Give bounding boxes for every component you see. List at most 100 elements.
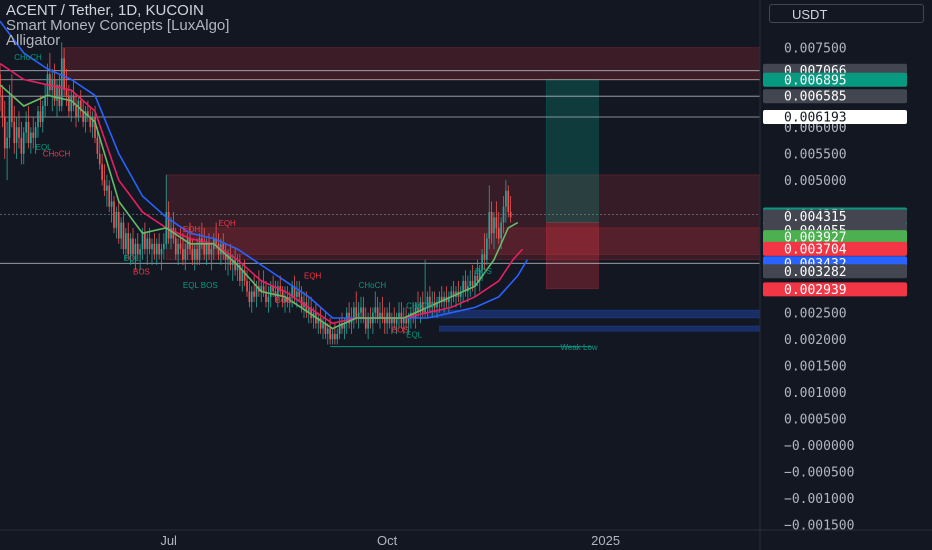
candle-body [18, 127, 20, 138]
candle-body [210, 249, 213, 255]
candle-body [500, 222, 502, 239]
smc-label: BOS [475, 267, 492, 276]
candle-body [132, 238, 134, 255]
smc-label: EQL [124, 254, 141, 263]
candle-body [193, 249, 196, 260]
candle-body [22, 132, 25, 154]
smc-zone [182, 227, 761, 255]
y-tick-label: 0.007500 [784, 42, 847, 57]
candle-body [51, 79, 54, 91]
candle-body [41, 106, 44, 122]
candle-body [191, 249, 194, 260]
candle-body [122, 222, 125, 250]
candle-body [20, 137, 23, 154]
smc-label: CHoCH [43, 149, 71, 158]
candle-body [113, 201, 115, 228]
y-tick-label: −0.001500 [784, 519, 854, 534]
candle-body [6, 137, 8, 149]
candle-body [177, 243, 179, 255]
candle-body [483, 254, 486, 260]
candle-body [203, 243, 206, 255]
candle-body [65, 90, 68, 96]
x-tick-label: 2025 [591, 533, 620, 548]
candle-body [153, 243, 156, 255]
y-tick-label: 0.000500 [784, 413, 847, 428]
candle-body [1, 95, 4, 117]
price-badge-label: 0.003282 [784, 265, 847, 280]
candle-body [362, 307, 365, 318]
candle-body [186, 238, 189, 250]
smc-zone [427, 309, 761, 319]
candle-body [476, 275, 479, 281]
candle-body [13, 121, 16, 144]
candle-body [120, 222, 122, 239]
indicator-alligator-label[interactable]: Alligator [6, 33, 229, 48]
candle-body [322, 323, 324, 329]
candle-body [182, 249, 184, 260]
candle-body [151, 243, 153, 250]
candle-body [497, 227, 500, 239]
candle-body [174, 238, 177, 255]
candle-body [329, 328, 331, 340]
candle-body [163, 243, 165, 250]
candle-body [262, 286, 265, 292]
candle-body [8, 95, 11, 138]
candle-body [469, 280, 472, 287]
candle-body [3, 116, 6, 149]
smc-label: EQH [304, 271, 322, 280]
y-tick-label: −0.000000 [784, 439, 854, 454]
smc-label: CHoCH [406, 301, 434, 310]
candle-body [49, 74, 51, 91]
smc-label: CHoCH [14, 53, 42, 62]
candle-body [139, 249, 141, 255]
smc-zone [545, 222, 599, 290]
candle-body [101, 164, 103, 181]
candle-body [158, 243, 160, 255]
candle-body [486, 238, 488, 260]
y-tick-label: 0.005000 [784, 174, 847, 189]
candle-body [364, 318, 367, 329]
candlestick-chart[interactable]: CHoCH EQL CHoCH EQH EQH EQL BOS EQL BOS EQH BOS CH… [0, 0, 932, 550]
price-badge-label: 0.006585 [784, 90, 847, 105]
candle-body [96, 137, 99, 154]
y-tick-label: 0.002500 [784, 307, 847, 322]
y-tick-label: 0.001000 [784, 386, 847, 401]
smc-label: BOS [276, 296, 293, 305]
candle-body [462, 280, 464, 292]
candle-body [374, 307, 377, 313]
smc-zone [439, 325, 761, 332]
indicator-smc-label[interactable]: Smart Money Concepts [LuxAlgo] [6, 18, 229, 33]
candle-body [490, 212, 493, 234]
candle-body [367, 318, 369, 329]
candle-body [246, 280, 248, 292]
candle-body [471, 280, 474, 287]
smc-zone [61, 47, 761, 80]
candle-body [30, 132, 32, 144]
currency-button[interactable]: USDT [769, 4, 924, 23]
candle-body [488, 212, 491, 239]
candle-body [495, 217, 498, 228]
candle-body [68, 95, 70, 112]
x-tick-label: Oct [377, 533, 398, 548]
y-tick-label: 0.005500 [784, 148, 847, 163]
candle-body [25, 121, 27, 133]
symbol-title[interactable]: ACENT / Tether, 1D, KUCOIN [6, 3, 229, 18]
candle-body [32, 132, 35, 138]
candle-body [72, 95, 75, 106]
chart-legend: ACENT / Tether, 1D, KUCOIN Smart Money C… [6, 3, 229, 48]
candle-body [141, 233, 144, 250]
candle-body [167, 212, 170, 239]
candle-body [505, 190, 507, 207]
smc-label: EQL [406, 331, 423, 340]
price-badge-label: 0.006193 [784, 110, 847, 125]
candle-body [39, 111, 42, 122]
candle-body [129, 238, 132, 255]
candle-body [15, 127, 18, 144]
candle-body [336, 333, 339, 340]
candle-body [298, 291, 301, 297]
price-badge-label: 0.003704 [784, 242, 847, 257]
candle-body [144, 233, 146, 250]
candle-body [106, 185, 108, 191]
candle-body [75, 106, 77, 117]
candle-body [376, 307, 379, 318]
